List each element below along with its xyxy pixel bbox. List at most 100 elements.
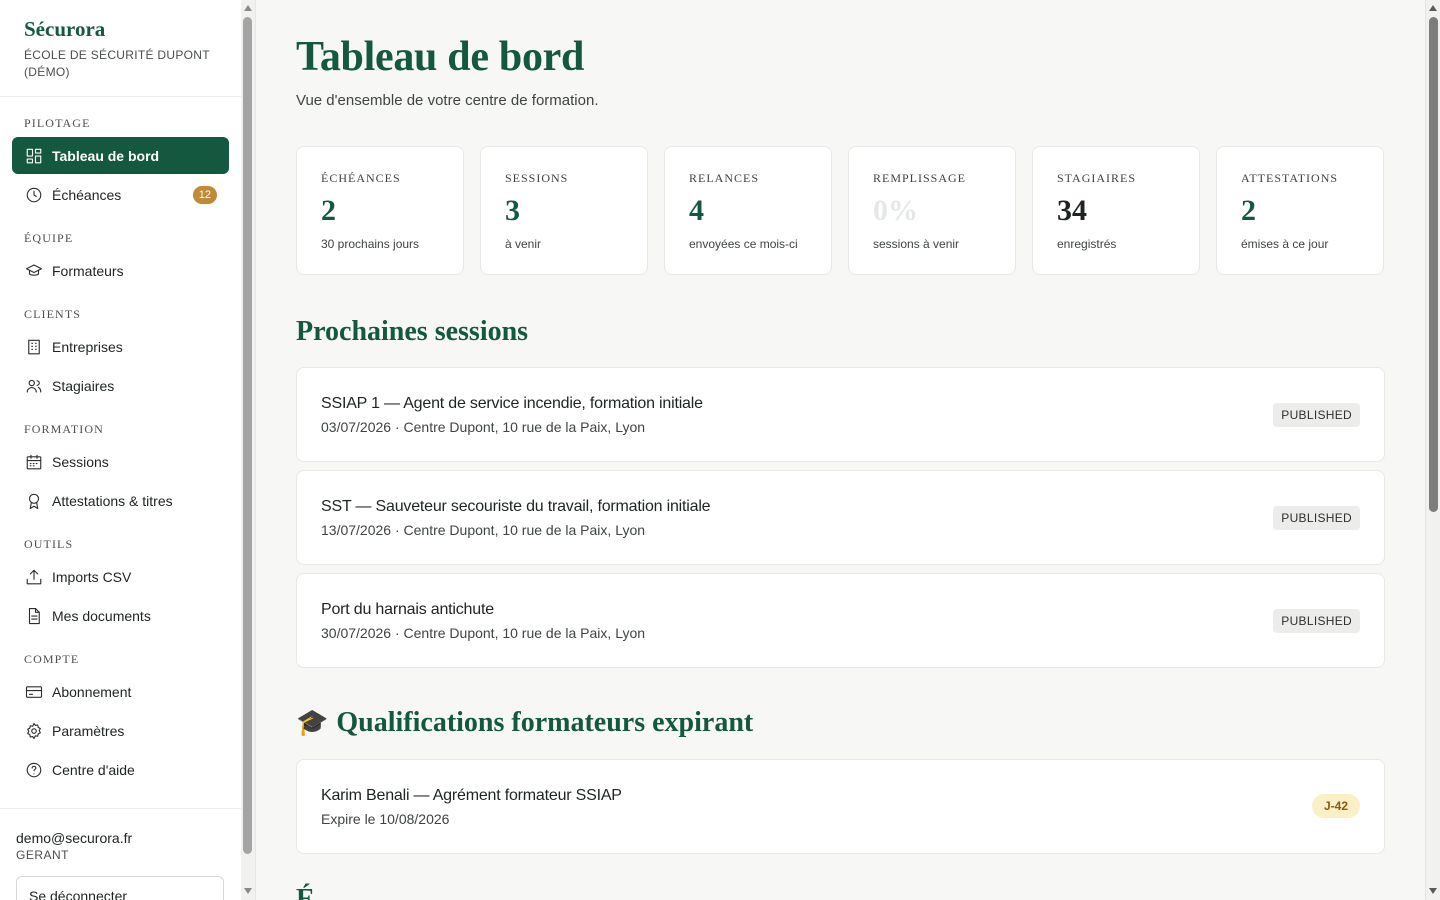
sidebar-item-label: Entreprises xyxy=(52,338,123,355)
session-card[interactable]: SSIAP 1 — Agent de service incendie, for… xyxy=(296,367,1385,462)
sidebar-item-mes-documents[interactable]: Mes documents xyxy=(12,597,229,634)
award-icon xyxy=(24,491,44,511)
section-label-outils: OUTILS xyxy=(24,537,74,551)
scroll-up-arrow-icon[interactable] xyxy=(1429,5,1437,11)
qualifications-title-text: Qualifications formateurs expirant xyxy=(336,707,754,738)
logout-button[interactable]: Se déconnecter xyxy=(16,876,224,900)
stat-card-sessions[interactable]: SESSIONS 3 à venir xyxy=(480,146,648,275)
organization-name: ÉCOLE DE SÉCURITÉ DUPONT (DÉMO) xyxy=(24,48,210,79)
page-title: Tableau de bord xyxy=(296,34,585,80)
sidebar-item-entreprises[interactable]: Entreprises xyxy=(12,328,229,365)
stat-card-attestations[interactable]: ATTESTATIONS 2 émises à ce jour xyxy=(1216,146,1384,275)
scroll-up-arrow-icon[interactable] xyxy=(244,5,252,11)
main-scrollbar-thumb[interactable] xyxy=(1429,17,1438,512)
user-role: GERANT xyxy=(16,848,70,862)
sidebar-item-label: Centre d'aide xyxy=(52,761,135,778)
stat-value: 2 xyxy=(321,194,336,227)
qualification-card[interactable]: Karim Benali — Agrément formateur SSIAP … xyxy=(296,759,1385,854)
sidebar-item-label: Sessions xyxy=(52,453,109,470)
stat-hint: 30 prochains jours xyxy=(321,237,420,251)
sidebar-item-parametres[interactable]: Paramètres xyxy=(12,712,229,749)
upload-icon xyxy=(24,567,44,587)
brand-name: Sécurora xyxy=(24,17,106,41)
dashboard-icon xyxy=(24,146,44,166)
help-circle-icon xyxy=(24,760,44,780)
sidebar-item-label: Imports CSV xyxy=(52,568,132,585)
sidebar-item-abonnement[interactable]: Abonnement xyxy=(12,673,229,710)
scroll-down-arrow-icon[interactable] xyxy=(244,888,252,894)
status-badge: PUBLISHED xyxy=(1273,403,1360,427)
stat-value: 3 xyxy=(505,194,520,227)
status-badge: PUBLISHED xyxy=(1273,609,1360,633)
user-panel: demo@securora.fr GERANT Se déconnecter xyxy=(0,808,241,900)
scroll-down-arrow-icon[interactable] xyxy=(1429,888,1437,894)
sidebar-item-formateurs[interactable]: Formateurs xyxy=(12,252,229,289)
sidebar-item-sessions[interactable]: Sessions xyxy=(12,443,229,480)
stat-hint: à venir xyxy=(505,237,542,251)
sidebar-item-attestations[interactable]: Attestations & titres xyxy=(12,482,229,519)
session-details: 13/07/2026 · Centre Dupont, 10 rue de la… xyxy=(321,522,646,538)
sidebar-item-echeances[interactable]: Échéances 12 xyxy=(12,176,229,213)
sidebar-item-stagiaires[interactable]: Stagiaires xyxy=(12,367,229,404)
page-subtitle: Vue d'ensemble de votre centre de format… xyxy=(296,92,599,109)
users-icon xyxy=(24,376,44,396)
sidebar-scrollbar-thumb[interactable] xyxy=(243,17,252,854)
stat-value: 4 xyxy=(689,194,704,227)
stat-hint: émises à ce jour xyxy=(1241,237,1329,251)
stat-card-echeances[interactable]: ÉCHÉANCES 2 30 prochains jours xyxy=(296,146,464,275)
sidebar-item-centre-aide[interactable]: Centre d'aide xyxy=(12,751,229,788)
stat-hint: envoyées ce mois-ci xyxy=(689,237,798,251)
sidebar-item-label: Formateurs xyxy=(52,262,124,279)
echeances-count-badge: 12 xyxy=(192,186,217,204)
stat-hint: enregistrés xyxy=(1057,237,1117,251)
sidebar-item-tableau-de-bord[interactable]: Tableau de bord xyxy=(12,137,229,174)
main-content: Tableau de bord Vue d'ensemble de votre … xyxy=(256,0,1425,900)
next-section-title-partial: É xyxy=(296,884,315,900)
stat-value: 2 xyxy=(1241,194,1256,227)
brand-header: Sécurora ÉCOLE DE SÉCURITÉ DUPONT (DÉMO) xyxy=(0,0,241,97)
sidebar-item-label: Tableau de bord xyxy=(52,147,160,164)
stat-card-stagiaires[interactable]: STAGIAIRES 34 enregistrés xyxy=(1032,146,1200,275)
stat-value: 0% xyxy=(873,194,918,227)
user-email: demo@securora.fr xyxy=(16,830,133,846)
stats-row: ÉCHÉANCES 2 30 prochains jours SESSIONS … xyxy=(296,146,1384,275)
qualification-expiry: Expire le 10/08/2026 xyxy=(321,811,450,827)
graduation-cap-icon xyxy=(24,261,44,281)
stat-card-relances[interactable]: RELANCES 4 envoyées ce mois-ci xyxy=(664,146,832,275)
sidebar-item-label: Mes documents xyxy=(52,607,151,624)
stat-card-remplissage[interactable]: REMPLISSAGE 0% sessions à venir xyxy=(848,146,1016,275)
sidebar: Sécurora ÉCOLE DE SÉCURITÉ DUPONT (DÉMO)… xyxy=(0,0,256,900)
building-icon xyxy=(24,337,44,357)
section-label-clients: CLIENTS xyxy=(24,307,82,321)
sidebar-item-label: Stagiaires xyxy=(52,377,115,394)
session-title: SSIAP 1 — Agent de service incendie, for… xyxy=(321,395,703,412)
sidebar-content: Sécurora ÉCOLE DE SÉCURITÉ DUPONT (DÉMO)… xyxy=(0,0,241,900)
credit-card-icon xyxy=(24,682,44,702)
main-scrollbar[interactable] xyxy=(1425,0,1440,900)
session-details: 30/07/2026 · Centre Dupont, 10 rue de la… xyxy=(321,625,646,641)
gear-icon xyxy=(24,721,44,741)
clock-icon xyxy=(24,185,44,205)
sidebar-nav: PILOTAGE Tableau de bord Échéances 12 ÉQ… xyxy=(0,115,241,788)
session-title: SST — Sauveteur secouriste du travail, f… xyxy=(321,498,711,515)
qualifications-section-title: 🎓 Qualifications formateurs expirant xyxy=(296,707,753,739)
session-card[interactable]: SST — Sauveteur secouriste du travail, f… xyxy=(296,470,1385,565)
sidebar-item-label: Échéances xyxy=(52,186,122,203)
sidebar-item-label: Abonnement xyxy=(52,683,132,700)
stat-value: 34 xyxy=(1057,194,1087,227)
section-label-equipe: ÉQUIPE xyxy=(24,231,74,245)
stat-label: RELANCES xyxy=(689,171,760,185)
section-label-compte: COMPTE xyxy=(24,652,80,666)
graduation-cap-emoji-icon: 🎓 xyxy=(296,708,329,737)
sidebar-item-imports-csv[interactable]: Imports CSV xyxy=(12,558,229,595)
countdown-badge: J-42 xyxy=(1311,794,1360,818)
stat-label: ATTESTATIONS xyxy=(1241,171,1339,185)
stat-label: REMPLISSAGE xyxy=(873,171,967,185)
stat-hint: sessions à venir xyxy=(873,237,960,251)
session-card[interactable]: Port du harnais antichute 30/07/2026 · C… xyxy=(296,573,1385,668)
document-icon xyxy=(24,606,44,626)
session-details: 03/07/2026 · Centre Dupont, 10 rue de la… xyxy=(321,419,646,435)
qualification-title: Karim Benali — Agrément formateur SSIAP xyxy=(321,787,622,804)
section-label-pilotage: PILOTAGE xyxy=(24,116,91,130)
sidebar-scrollbar[interactable] xyxy=(241,0,255,900)
